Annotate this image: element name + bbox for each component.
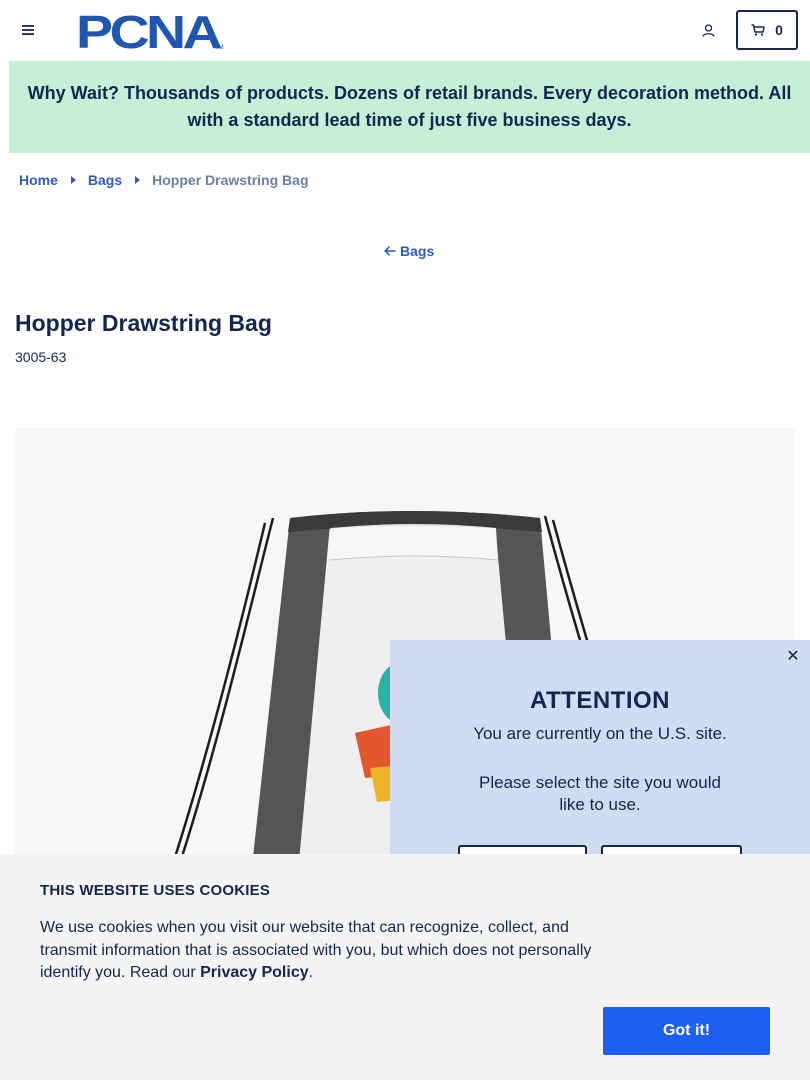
cookie-body: We use cookies when you visit our websit… xyxy=(40,919,592,981)
attention-heading: ATTENTION xyxy=(529,687,671,714)
promo-text: Why Wait? Thousands of products. Dozens … xyxy=(27,83,792,130)
arrow-left-icon xyxy=(384,246,396,256)
user-icon xyxy=(701,23,715,37)
breadcrumb: Home Bags Hopper Drawstring Bag xyxy=(19,171,309,189)
hamburger-icon xyxy=(22,25,34,35)
cart-button[interactable]: 0 xyxy=(736,10,798,50)
cookie-suffix: . xyxy=(308,964,314,981)
breadcrumb-home[interactable]: Home xyxy=(19,172,58,188)
logo-trademark: TM xyxy=(215,45,224,51)
attention-popup: ✕ ATTENTION You are currently on the U.S… xyxy=(390,640,810,885)
accept-cookies-button[interactable]: Got it! xyxy=(603,1007,770,1055)
product-sku: 3005-63 xyxy=(15,349,67,365)
promo-banner: Why Wait? Thousands of products. Dozens … xyxy=(9,61,810,153)
breadcrumb-caret-icon xyxy=(70,176,76,184)
breadcrumb-current: Hopper Drawstring Bag xyxy=(152,172,309,188)
privacy-policy-link[interactable]: Privacy Policy xyxy=(200,964,309,981)
site-header: PCNA TM 0 xyxy=(0,0,810,61)
cart-count: 0 xyxy=(775,22,783,38)
attention-current-site: You are currently on the U.S. site. xyxy=(473,724,727,743)
cart-icon xyxy=(751,24,765,36)
back-link-label: Bags xyxy=(400,243,435,259)
cookie-banner: THIS WEBSITE USES COOKIES We use cookies… xyxy=(0,854,810,1080)
breadcrumb-caret-icon xyxy=(135,176,141,184)
pcna-logo[interactable]: PCNA TM xyxy=(76,6,226,58)
logo-text: PCNA xyxy=(76,11,221,51)
back-to-bags-link[interactable]: Bags xyxy=(384,243,434,259)
attention-select-prompt: Please select the site you would like to… xyxy=(479,773,721,814)
account-button[interactable] xyxy=(698,20,718,40)
product-title: Hopper Drawstring Bag xyxy=(15,310,272,336)
menu-button[interactable] xyxy=(18,20,38,40)
cookie-title: THIS WEBSITE USES COOKIES xyxy=(40,882,271,899)
cookie-text: We use cookies when you visit our websit… xyxy=(40,917,605,985)
breadcrumb-bags[interactable]: Bags xyxy=(88,172,122,188)
close-icon[interactable]: ✕ xyxy=(785,649,801,665)
